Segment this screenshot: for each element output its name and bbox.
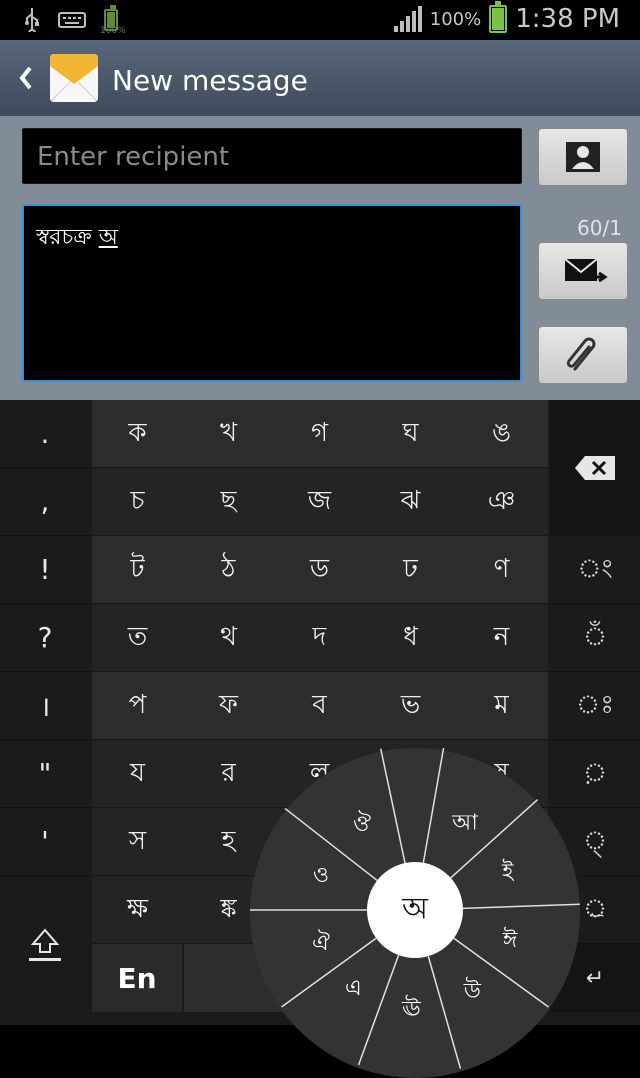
punctuation-key[interactable]: .	[0, 400, 90, 468]
letter-key[interactable]: দ	[274, 604, 365, 671]
punctuation-key[interactable]: '	[0, 808, 90, 876]
usb-icon	[25, 8, 39, 32]
paperclip-icon	[566, 337, 596, 371]
letter-key[interactable]: ধ	[365, 604, 456, 671]
letter-key[interactable]: ক্ষ	[92, 876, 183, 943]
letter-key[interactable]: ন	[456, 604, 547, 671]
battery-icon	[489, 1, 508, 33]
vowel-key[interactable]: ঔ	[353, 810, 371, 837]
letter-key[interactable]: গ	[274, 400, 365, 467]
letter-key[interactable]: ছ	[183, 468, 274, 535]
vowel-wheel[interactable]: আই ঈউ ঊ এঐ ও ঔ অ	[250, 748, 580, 1078]
recipient-field[interactable]: Enter recipient	[22, 128, 522, 184]
vowel-key[interactable]: ঈ	[502, 927, 518, 953]
letter-key[interactable]: প	[92, 672, 183, 739]
back-icon[interactable]	[12, 58, 52, 98]
diacritic-key[interactable]: ◌ঁ	[550, 604, 640, 672]
letter-key[interactable]: খ	[183, 400, 274, 467]
letter-key[interactable]: ভ	[365, 672, 456, 739]
shift-button[interactable]	[0, 876, 90, 1012]
letter-key[interactable]: ক	[92, 400, 183, 467]
key-row: প ফ ব ভ ম	[92, 672, 548, 740]
punctuation-key[interactable]: "	[0, 740, 90, 808]
key-row: চ ছ জ ঝ ঞ	[92, 468, 548, 536]
attach-button[interactable]	[538, 326, 628, 384]
backspace-button[interactable]	[550, 400, 640, 536]
letter-key[interactable]: ঠ	[183, 536, 274, 603]
page-title: New message	[112, 64, 308, 97]
letter-key[interactable]: ঘ	[365, 400, 456, 467]
key-row: ত থ দ ধ ন	[92, 604, 548, 672]
punctuation-key[interactable]: ।	[0, 672, 90, 740]
punctuation-key[interactable]: !	[0, 536, 90, 604]
diacritic-key[interactable]: ◌ঃ	[550, 672, 640, 740]
small-battery-label: 100%	[100, 26, 126, 36]
vowel-key[interactable]: ই	[501, 859, 515, 885]
letter-key[interactable]: ণ	[456, 536, 547, 603]
clock: 1:38 PM	[515, 4, 620, 34]
vowel-key[interactable]: এ	[345, 976, 362, 1001]
send-mail-icon	[564, 258, 608, 283]
title-bar: New message	[0, 40, 640, 116]
letter-key[interactable]: স	[92, 808, 183, 875]
letter-key[interactable]: ঢ	[365, 536, 456, 603]
send-button[interactable]	[538, 242, 628, 300]
diacritic-key[interactable]: ◌ং	[550, 536, 640, 604]
letter-key[interactable]: চ	[92, 468, 183, 535]
signal-icon	[393, 6, 422, 32]
letter-key[interactable]: ঞ	[456, 468, 547, 535]
letter-key[interactable]: ব	[274, 672, 365, 739]
language-switch-button[interactable]: En	[92, 944, 182, 1012]
letter-key[interactable]: ড	[274, 536, 365, 603]
messaging-app-icon	[50, 54, 98, 102]
letter-key[interactable]: ঝ	[365, 468, 456, 535]
vowel-key[interactable]: ঊ	[401, 995, 421, 1022]
keyboard-icon	[58, 12, 86, 28]
status-bar: 100% 100% 1:38 PM	[0, 0, 640, 40]
letter-key[interactable]: ট	[92, 536, 183, 603]
letter-key[interactable]: ঙ	[456, 400, 547, 467]
vowel-key[interactable]: উ	[463, 977, 482, 1004]
contact-icon	[566, 142, 600, 172]
message-input[interactable]: স্বরচক্র অ	[22, 204, 522, 382]
punctuation-column: . , ! ? । " '	[0, 400, 90, 1012]
character-counter: 60/1	[577, 216, 622, 240]
message-composing-char: অ	[98, 225, 118, 250]
battery-percent: 100%	[429, 8, 482, 30]
vowel-key[interactable]: ও	[313, 863, 329, 888]
message-text: স্বরচক্র	[36, 225, 99, 250]
vowel-wheel-center-label: অ	[401, 892, 429, 927]
contacts-button[interactable]	[538, 128, 628, 186]
shift-icon	[29, 928, 61, 961]
letter-key[interactable]: য	[92, 740, 183, 807]
punctuation-key[interactable]: ,	[0, 468, 90, 536]
letter-key[interactable]: ত	[92, 604, 183, 671]
vowel-key[interactable]: আ	[451, 810, 478, 835]
letter-key[interactable]: থ	[183, 604, 274, 671]
letter-key[interactable]: ম	[456, 672, 547, 739]
vowel-key[interactable]: ঐ	[312, 929, 330, 956]
backspace-icon	[575, 456, 615, 480]
letter-key[interactable]: জ	[274, 468, 365, 535]
punctuation-key[interactable]: ?	[0, 604, 90, 672]
letter-key[interactable]: ফ	[183, 672, 274, 739]
key-row: ক খ গ ঘ ঙ	[92, 400, 548, 468]
key-row: ট ঠ ড ঢ ণ	[92, 536, 548, 604]
compose-area: Enter recipient স্বরচক্র অ 60/1	[0, 116, 640, 400]
